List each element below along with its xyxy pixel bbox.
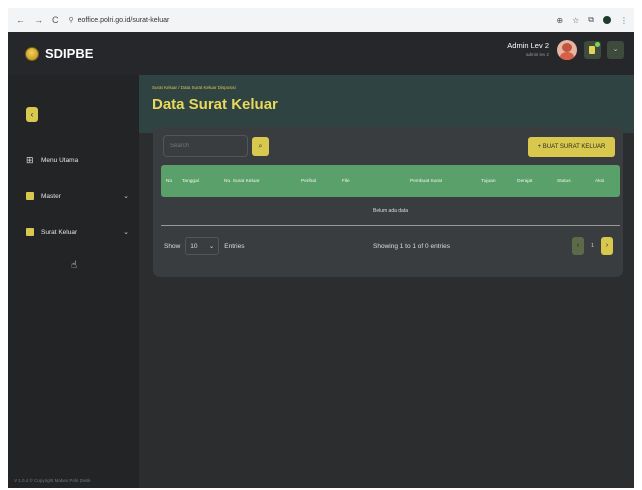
police-badge-icon: [25, 46, 39, 61]
logo-text: SDIPBE: [45, 46, 94, 61]
column-header[interactable]: Status: [557, 179, 571, 184]
column-header[interactable]: Pembuat Surat: [410, 179, 442, 184]
column-header[interactable]: Tanggal: [182, 179, 199, 184]
mail-icon: [26, 228, 34, 236]
page-header: Surat Keluar / Data Surat Keluar Disposi…: [139, 75, 634, 133]
browser-nav: ← → C: [16, 15, 59, 25]
breadcrumb[interactable]: Surat Keluar / Data Surat Keluar Disposi…: [152, 85, 236, 90]
user-name: Admin Lev 2: [507, 41, 549, 50]
page-title: Data Surat Keluar: [152, 96, 278, 113]
column-header[interactable]: No. Surat Keluar: [224, 179, 259, 184]
mouse-cursor-icon: ☝: [71, 260, 78, 271]
pagination: ‹ 1 ›: [571, 237, 613, 255]
site-info-icon[interactable]: ⚲: [69, 16, 74, 24]
extension-icon[interactable]: ⊕: [556, 16, 563, 25]
search-button[interactable]: ⌕: [252, 137, 269, 156]
data-table-card: ⌕ + BUAT SURAT KELUAR No Tanggal No. Sur…: [153, 127, 623, 277]
app-window: SDIPBE ‹ ⊞ Menu Utama Master ⌄ Surat Kel…: [8, 32, 634, 488]
table-header: No Tanggal No. Surat Keluar Perihal File…: [161, 165, 620, 197]
address-bar[interactable]: ⚲ eoffice.polri.go.id/surat-keluar: [69, 16, 170, 25]
chevron-down-icon: ⌄: [123, 193, 129, 200]
search-input[interactable]: [163, 135, 248, 157]
empty-table-message: Belum ada data: [161, 197, 620, 226]
column-header[interactable]: File: [342, 179, 350, 184]
create-letter-button[interactable]: + BUAT SURAT KELUAR: [528, 137, 615, 157]
url-text[interactable]: eoffice.polri.go.id/surat-keluar: [78, 17, 170, 24]
user-info[interactable]: Admin Lev 2 admin lev 2: [507, 41, 549, 57]
page-size-control: Show 10 ⌄ Entries: [164, 237, 245, 255]
browser-toolbar: ← → C ⚲ eoffice.polri.go.id/surat-keluar…: [8, 8, 634, 32]
copyright-text: V 1.0.4 © Copyright Mabes Polri Divtik: [14, 478, 91, 483]
logo[interactable]: SDIPBE: [8, 32, 139, 75]
bookmark-star-icon[interactable]: ☆: [572, 16, 579, 25]
browser-actions: ⊕ ☆ ⧉ ⋮: [556, 15, 628, 25]
page-size-value: 10: [190, 242, 198, 250]
page-size-select[interactable]: 10 ⌄: [185, 237, 220, 255]
column-header[interactable]: Perihal: [301, 179, 316, 184]
folder-icon: [26, 192, 34, 200]
forward-icon[interactable]: →: [34, 15, 43, 25]
sidebar-collapse-button[interactable]: ‹: [26, 107, 38, 122]
sidebar-item-master[interactable]: Master ⌄: [8, 178, 139, 214]
sidebar-menu: ⊞ Menu Utama Master ⌄ Surat Keluar ⌄: [8, 142, 139, 250]
show-label: Show: [164, 242, 181, 250]
chevron-down-icon: ⌄: [123, 229, 129, 236]
profile-icon[interactable]: [603, 16, 611, 24]
sidebar-item-surat-keluar[interactable]: Surat Keluar ⌄: [8, 214, 139, 250]
entries-label: Entries: [224, 242, 245, 250]
page-number[interactable]: 1: [591, 243, 594, 249]
notification-badge: [595, 42, 600, 47]
avatar[interactable]: [557, 40, 577, 60]
chevron-down-icon: ⌄: [208, 243, 215, 250]
reload-icon[interactable]: C: [52, 15, 59, 25]
sidebar-item-label: Master: [41, 192, 61, 200]
column-header[interactable]: Tujuan: [481, 179, 496, 184]
bell-icon: [589, 46, 595, 54]
next-page-button[interactable]: ›: [601, 237, 613, 255]
pagination-info: Showing 1 to 1 of 0 entries: [373, 243, 450, 250]
sidebar-item-label: Menu Utama: [41, 156, 79, 164]
column-header[interactable]: Aksi: [595, 179, 604, 184]
tabs-icon[interactable]: ⧉: [588, 15, 594, 25]
column-header[interactable]: Derajat: [517, 179, 532, 184]
sidebar: SDIPBE ‹ ⊞ Menu Utama Master ⌄ Surat Kel…: [8, 32, 139, 488]
grid-icon: ⊞: [26, 155, 34, 165]
top-header: Admin Lev 2 admin lev 2 ⌄: [139, 32, 634, 75]
user-menu-dropdown-button[interactable]: ⌄: [607, 41, 624, 59]
sidebar-item-menu-utama[interactable]: ⊞ Menu Utama: [8, 142, 139, 178]
previous-page-button[interactable]: ‹: [571, 237, 584, 255]
sidebar-item-label: Surat Keluar: [41, 228, 78, 236]
user-role: admin lev 2: [525, 52, 549, 57]
browser-menu-icon[interactable]: ⋮: [620, 16, 628, 25]
back-icon[interactable]: ←: [16, 15, 25, 25]
notification-button[interactable]: [584, 41, 601, 59]
column-header[interactable]: No: [166, 179, 172, 184]
